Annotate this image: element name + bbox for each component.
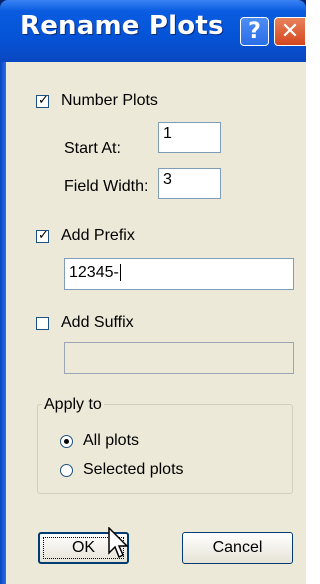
help-button[interactable]: ? — [240, 17, 269, 46]
dialog-title: Rename Plots — [20, 11, 224, 41]
dialog-body: ✓ Number Plots Start At: 1 Field Width: … — [6, 62, 306, 584]
apply-to-legend: Apply to — [42, 396, 104, 414]
start-at-row: Start At: — [64, 140, 121, 158]
add-prefix-label: Add Prefix — [61, 227, 135, 244]
field-width-label: Field Width: — [64, 178, 149, 195]
mouse-cursor-icon — [108, 527, 129, 559]
start-at-input[interactable]: 1 — [158, 122, 221, 153]
cancel-button-label: Cancel — [212, 539, 263, 556]
close-icon: ✕ — [280, 19, 300, 44]
add-prefix-checkbox[interactable]: ✓ — [36, 227, 49, 243]
all-plots-radio[interactable] — [60, 434, 73, 448]
prefix-input[interactable]: 12345- — [64, 258, 294, 290]
start-at-label: Start At: — [64, 140, 121, 157]
checkmark-icon: ✓ — [38, 92, 49, 108]
title-bar[interactable]: Rename Plots ? ✕ — [0, 0, 306, 62]
add-prefix-row[interactable]: ✓ Add Prefix — [36, 227, 135, 245]
add-suffix-checkbox[interactable] — [36, 316, 49, 330]
all-plots-option[interactable]: All plots — [60, 432, 139, 450]
field-width-row: Field Width: — [64, 178, 148, 196]
radio-selected-dot — [64, 438, 69, 444]
rename-plots-window: Rename Plots ? ✕ ✓ Number Plots Start At… — [0, 0, 306, 584]
selected-plots-option[interactable]: Selected plots — [60, 461, 184, 479]
number-plots-row[interactable]: ✓ Number Plots — [36, 92, 158, 110]
field-width-input[interactable]: 3 — [158, 168, 221, 199]
add-suffix-label: Add Suffix — [61, 314, 134, 331]
selected-plots-label: Selected plots — [83, 461, 184, 478]
selected-plots-radio[interactable] — [60, 463, 73, 477]
number-plots-checkbox[interactable]: ✓ — [36, 92, 49, 108]
add-suffix-row[interactable]: Add Suffix — [36, 314, 134, 332]
suffix-input[interactable] — [64, 342, 294, 374]
checkmark-icon: ✓ — [38, 227, 49, 243]
prefix-input-value: 12345- — [69, 264, 119, 281]
all-plots-label: All plots — [83, 432, 140, 449]
help-icon: ? — [248, 19, 261, 44]
text-caret — [119, 264, 121, 282]
close-button[interactable]: ✕ — [274, 17, 306, 46]
cancel-button[interactable]: Cancel — [182, 532, 293, 564]
number-plots-label: Number Plots — [61, 92, 158, 109]
